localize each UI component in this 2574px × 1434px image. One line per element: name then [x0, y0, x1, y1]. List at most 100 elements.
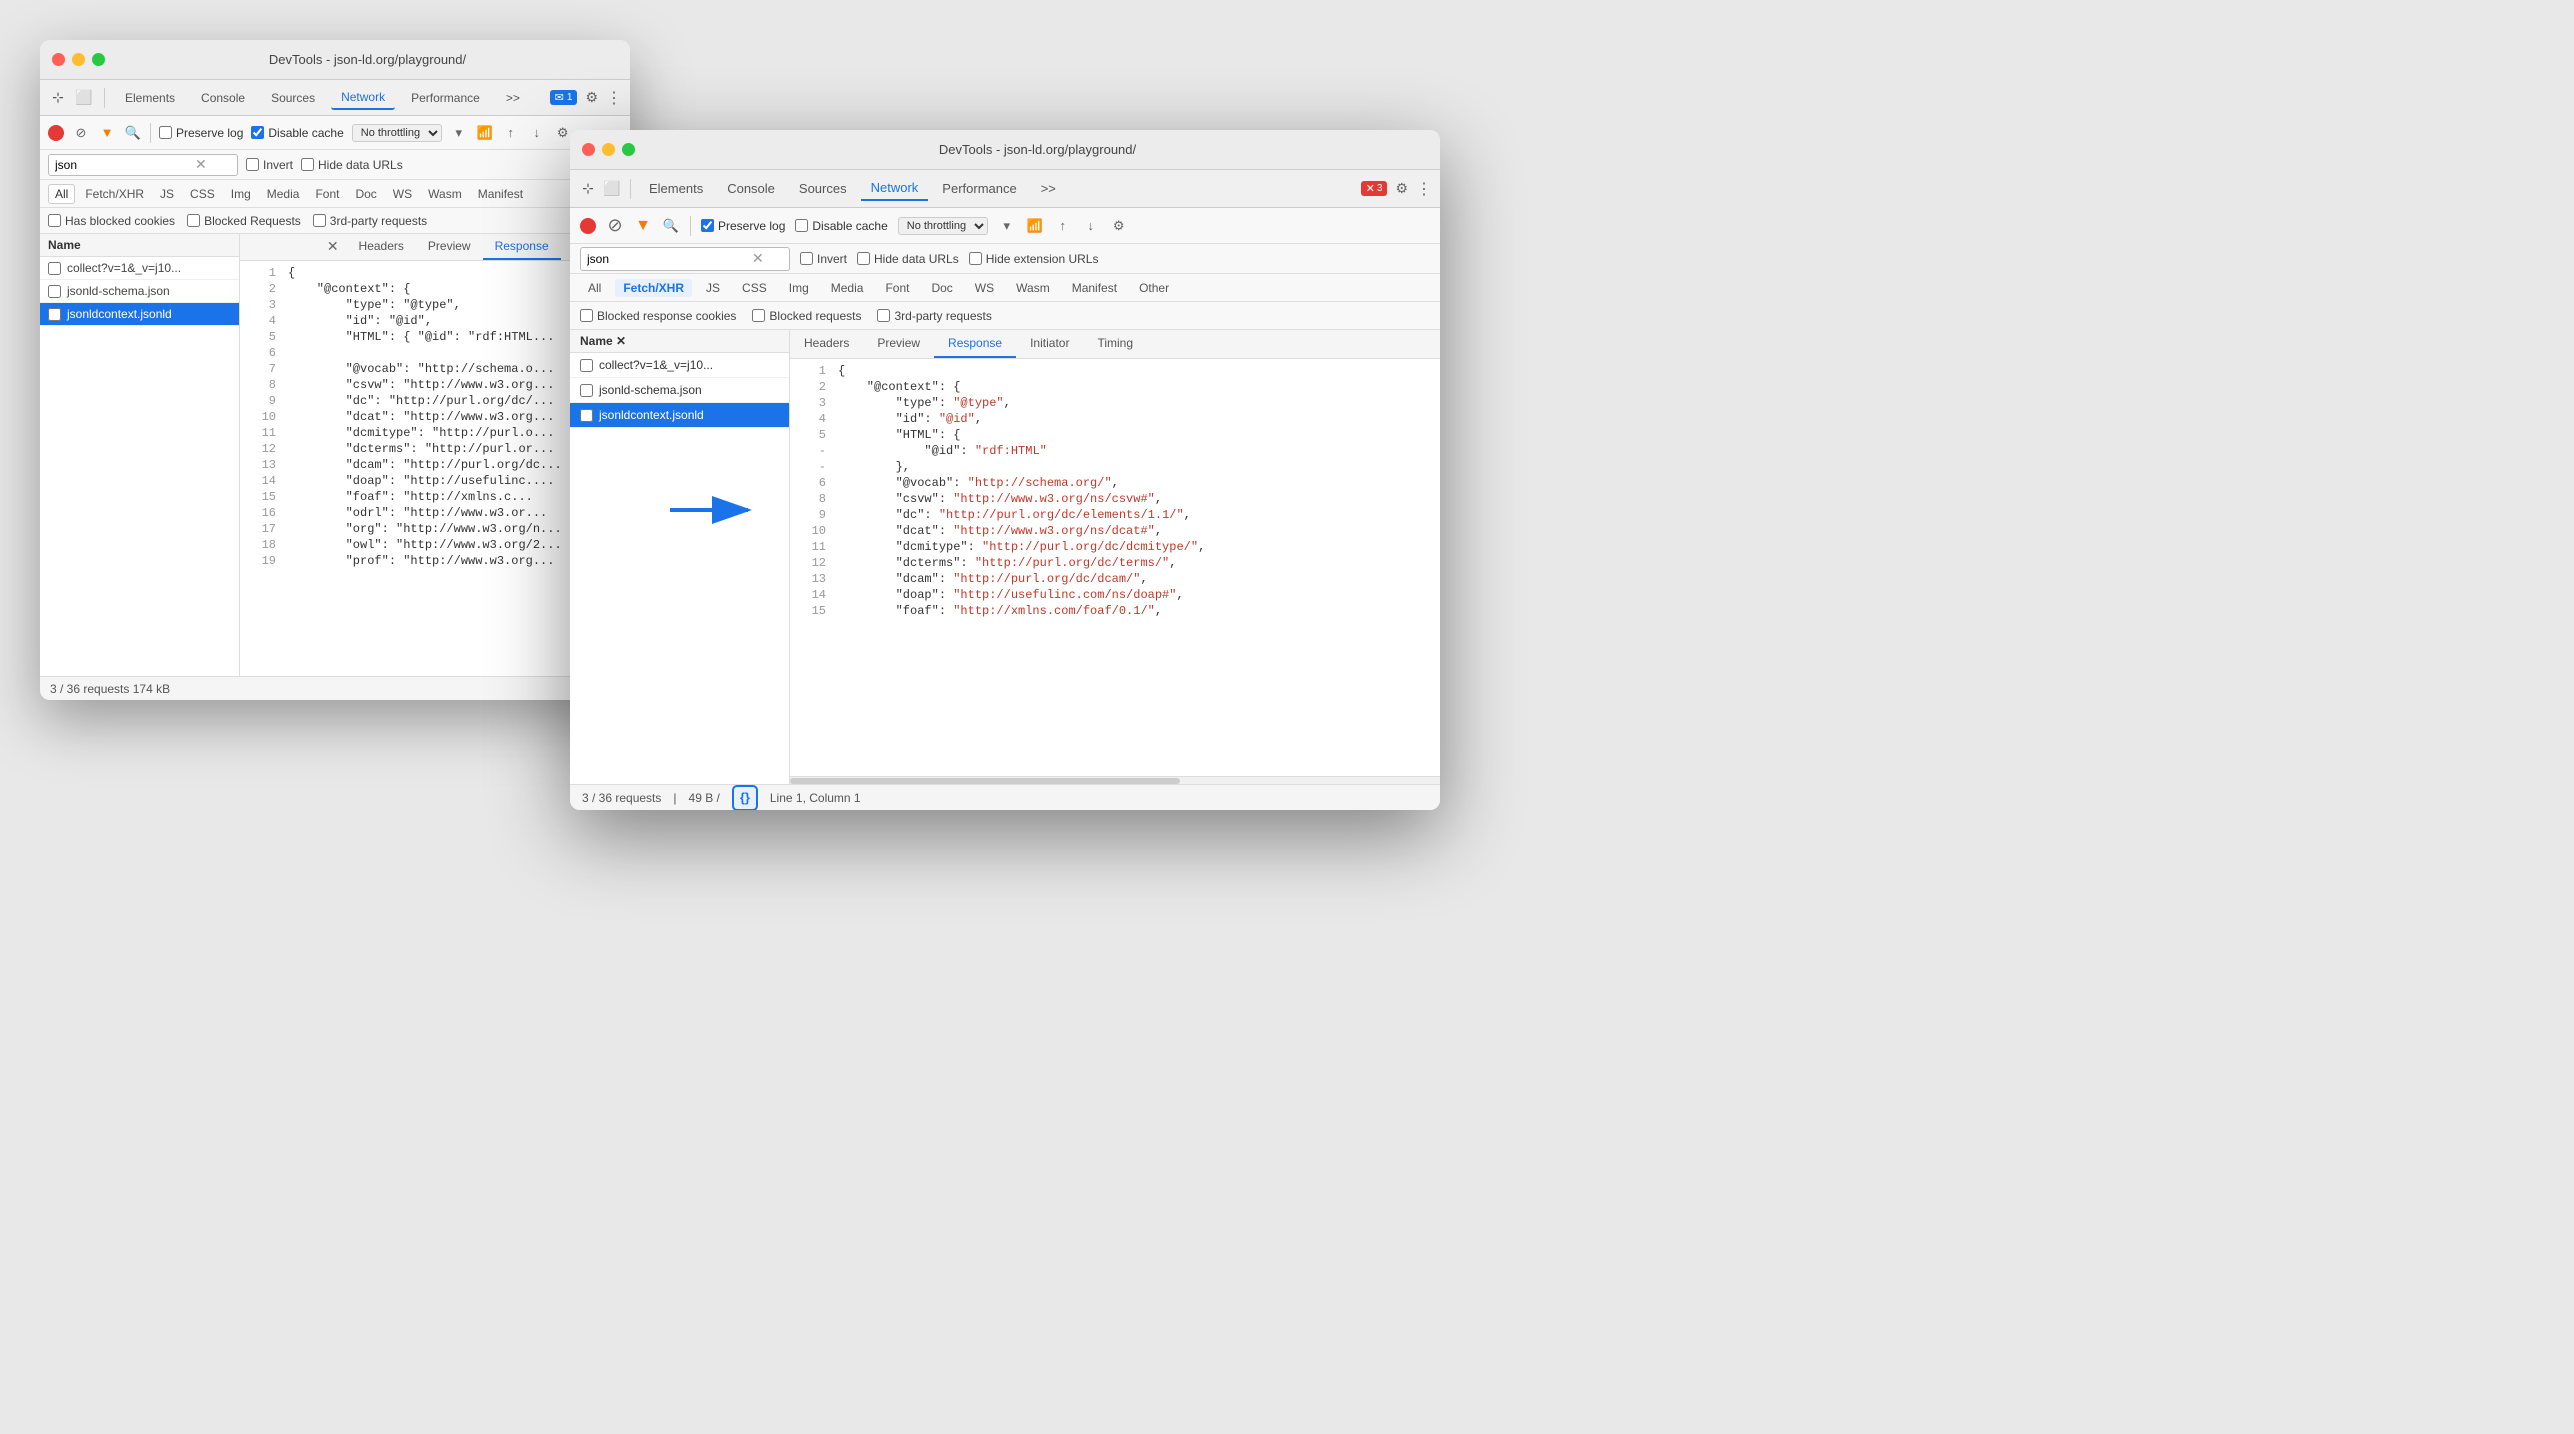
third-party-label-back[interactable]: 3rd-party requests [313, 214, 427, 228]
invert-checkbox-back[interactable] [246, 158, 259, 171]
detail-tab-initiator-front[interactable]: Initiator [1016, 330, 1083, 358]
invert-checkbox-front[interactable] [800, 252, 813, 265]
detail-tab-response-front[interactable]: Response [934, 330, 1016, 358]
throttle-arrow-back[interactable]: ▾ [450, 124, 468, 142]
list-item[interactable]: collect?v=1&_v=j10... [570, 353, 789, 378]
filter-icon-back[interactable]: ▼ [98, 124, 116, 142]
list-item[interactable]: jsonld-schema.json [40, 280, 239, 303]
horizontal-scrollbar[interactable] [790, 776, 1440, 784]
filter-tab-other-front[interactable]: Other [1131, 279, 1177, 297]
filter-tab-xhr-front[interactable]: Fetch/XHR [615, 279, 692, 297]
tab-console-back[interactable]: Console [191, 87, 255, 109]
clear-icon-back[interactable]: ⊘ [72, 124, 90, 142]
clear-icon-front[interactable]: ⊘ [606, 217, 624, 235]
overflow-menu-back[interactable]: ⋮ [606, 88, 622, 108]
tab-network-front[interactable]: Network [861, 176, 929, 201]
tab-more-front[interactable]: >> [1031, 177, 1066, 200]
hide-data-urls-label-front[interactable]: Hide data URLs [857, 252, 959, 266]
search-input-back[interactable] [55, 158, 195, 172]
filter-tab-css-front[interactable]: CSS [734, 279, 775, 297]
preserve-log-checkbox-back[interactable] [159, 126, 172, 139]
disable-cache-checkbox-back[interactable] [251, 126, 264, 139]
filter-tab-js-front[interactable]: JS [698, 279, 728, 297]
maximize-button-back[interactable] [92, 53, 105, 66]
list-item[interactable]: collect?v=1&_v=j10... [40, 257, 239, 280]
filter-icon-front[interactable]: ▼ [634, 217, 652, 235]
preserve-log-label-front[interactable]: Preserve log [701, 219, 785, 233]
invert-label-front[interactable]: Invert [800, 252, 847, 266]
hide-data-urls-label-back[interactable]: Hide data URLs [301, 158, 403, 172]
settings-icon-front[interactable]: ⚙ [1395, 180, 1408, 197]
filter-tab-xhr-back[interactable]: Fetch/XHR [79, 185, 150, 203]
tab-elements-front[interactable]: Elements [639, 177, 713, 200]
filter-tab-media-back[interactable]: Media [261, 185, 306, 203]
tab-sources-back[interactable]: Sources [261, 87, 325, 109]
tab-sources-front[interactable]: Sources [789, 177, 857, 200]
download-icon-back[interactable]: ↓ [528, 124, 546, 142]
disable-cache-label-front[interactable]: Disable cache [795, 219, 887, 233]
preserve-log-checkbox-front[interactable] [701, 219, 714, 232]
record-button-front[interactable] [580, 218, 596, 234]
disable-cache-checkbox-front[interactable] [795, 219, 808, 232]
filter-tab-doc-back[interactable]: Doc [349, 185, 382, 203]
throttle-select-front[interactable]: No throttling [898, 217, 988, 235]
preserve-log-label-back[interactable]: Preserve log [159, 126, 243, 140]
detail-tab-headers-front[interactable]: Headers [790, 330, 863, 358]
filter-tab-all-back[interactable]: All [48, 184, 75, 204]
filter-tab-doc-front[interactable]: Doc [923, 279, 960, 297]
close-name-panel[interactable]: ✕ [616, 334, 626, 348]
minimize-button-back[interactable] [72, 53, 85, 66]
filter-tab-font-back[interactable]: Font [309, 185, 345, 203]
upload-icon-back[interactable]: ↑ [502, 124, 520, 142]
invert-label-back[interactable]: Invert [246, 158, 293, 172]
pretty-print-button[interactable]: {} [732, 785, 758, 811]
filter-tab-js-back[interactable]: JS [154, 185, 180, 203]
list-item-selected-back[interactable]: jsonldcontext.jsonld [40, 303, 239, 326]
upload-icon-front[interactable]: ↑ [1054, 217, 1072, 235]
blocked-requests-cb-front[interactable] [752, 309, 765, 322]
hide-extension-urls-checkbox-front[interactable] [969, 252, 982, 265]
blocked-cookies-cb-back[interactable] [48, 214, 61, 227]
overflow-menu-front[interactable]: ⋮ [1416, 179, 1432, 199]
filter-tab-manifest-front[interactable]: Manifest [1064, 279, 1125, 297]
detail-tab-preview-back[interactable]: Preview [416, 234, 483, 260]
settings-icon-back[interactable]: ⚙ [585, 89, 598, 106]
filter-tab-wasm-back[interactable]: Wasm [422, 185, 468, 203]
device-icon[interactable]: ⬜ [74, 88, 94, 108]
device-icon-front[interactable]: ⬜ [602, 179, 622, 199]
blocked-response-cb-front[interactable] [580, 309, 593, 322]
filter-tab-ws-front[interactable]: WS [967, 279, 1002, 297]
blocked-requests-front[interactable]: Blocked requests [752, 309, 861, 323]
disable-cache-label-back[interactable]: Disable cache [251, 126, 343, 140]
search-icon-back[interactable]: 🔍 [124, 124, 142, 142]
tab-performance-back[interactable]: Performance [401, 87, 490, 109]
close-button-back[interactable] [52, 53, 65, 66]
inspect-icon[interactable]: ⊹ [48, 88, 68, 108]
minimize-button-front[interactable] [602, 143, 615, 156]
detail-tab-timing-front[interactable]: Timing [1083, 330, 1147, 358]
search-icon-front[interactable]: 🔍 [662, 217, 680, 235]
tab-console-front[interactable]: Console [717, 177, 785, 200]
tab-network-back[interactable]: Network [331, 86, 395, 110]
close-detail-back[interactable]: ✕ [319, 234, 347, 260]
search-clear-back[interactable]: ✕ [195, 156, 207, 173]
filter-tab-css-back[interactable]: CSS [184, 185, 221, 203]
detail-tab-preview-front[interactable]: Preview [863, 330, 934, 358]
third-party-front[interactable]: 3rd-party requests [877, 309, 991, 323]
search-input-front[interactable] [587, 252, 752, 266]
hide-data-urls-checkbox-front[interactable] [857, 252, 870, 265]
filter-tab-img-back[interactable]: Img [225, 185, 257, 203]
download-icon-front[interactable]: ↓ [1082, 217, 1100, 235]
hide-data-urls-checkbox-back[interactable] [301, 158, 314, 171]
search-clear-front[interactable]: ✕ [752, 250, 764, 267]
blocked-requests-cb-back[interactable] [187, 214, 200, 227]
filter-tab-media-front[interactable]: Media [823, 279, 872, 297]
maximize-button-front[interactable] [622, 143, 635, 156]
third-party-cb-back[interactable] [313, 214, 326, 227]
blocked-cookies-label-back[interactable]: Has blocked cookies [48, 214, 175, 228]
list-item-selected-front[interactable]: jsonldcontext.jsonld [570, 403, 789, 428]
response-content-front[interactable]: 1{ 2 "@context": { 3 "type": "@type", 4 … [790, 359, 1440, 776]
blocked-response-cookies-front[interactable]: Blocked response cookies [580, 309, 736, 323]
settings2-icon-front[interactable]: ⚙ [1110, 217, 1128, 235]
throttle-arrow-front[interactable]: ▾ [998, 217, 1016, 235]
